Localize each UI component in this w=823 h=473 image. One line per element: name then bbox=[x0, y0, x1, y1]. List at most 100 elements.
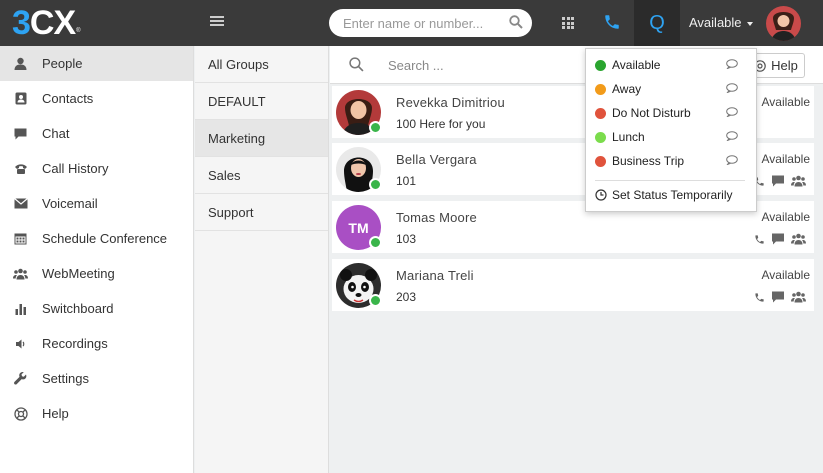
contact-actions bbox=[754, 291, 806, 303]
speech-bubble-icon[interactable] bbox=[726, 59, 738, 69]
logo-registered-mark: ® bbox=[76, 28, 81, 34]
status-selector[interactable]: Available bbox=[689, 15, 753, 30]
chat-icon bbox=[13, 126, 28, 141]
contact-extension: 101 bbox=[396, 174, 417, 188]
contact-status: Available bbox=[761, 152, 810, 166]
sidebar-item-voicemail[interactable]: Voicemail bbox=[0, 186, 193, 221]
status-dot bbox=[595, 131, 606, 143]
set-status-temporarily-label: Set Status Temporarily bbox=[612, 188, 733, 202]
group-item-support[interactable]: Support bbox=[195, 194, 328, 231]
sidebar-item-switchboard[interactable]: Switchboard bbox=[0, 291, 193, 326]
group-item-marketing[interactable]: Marketing bbox=[195, 120, 328, 157]
dropdown-divider bbox=[595, 180, 745, 181]
contact-extension: 103 bbox=[396, 232, 417, 246]
sidebar-item-call-history[interactable]: Call History bbox=[0, 151, 193, 186]
sidebar-item-label: WebMeeting bbox=[42, 266, 115, 281]
logo-3cx[interactable]: 3CX ® bbox=[12, 3, 81, 42]
sidebar-item-webmeeting[interactable]: WebMeeting bbox=[0, 256, 193, 291]
status-selector-label: Available bbox=[689, 15, 742, 30]
online-status-dot bbox=[369, 178, 382, 191]
set-status-temporarily[interactable]: Set Status Temporarily bbox=[595, 188, 733, 202]
envelope-icon bbox=[13, 196, 28, 211]
group-icon[interactable] bbox=[791, 233, 806, 245]
status-option-away[interactable]: Away bbox=[586, 77, 756, 101]
sidebar-item-label: Schedule Conference bbox=[42, 231, 168, 246]
bar-chart-icon bbox=[13, 301, 28, 316]
status-dot bbox=[595, 59, 606, 71]
sidebar-item-help[interactable]: Help bbox=[0, 396, 193, 431]
contact-actions bbox=[754, 233, 806, 245]
speech-bubble-icon[interactable] bbox=[726, 107, 738, 117]
sidebar-item-label: Recordings bbox=[42, 336, 108, 351]
group-item-all-groups[interactable]: All Groups bbox=[195, 46, 328, 83]
status-option-do-not-disturb[interactable]: Do Not Disturb bbox=[586, 101, 756, 125]
chat-icon[interactable] bbox=[771, 291, 785, 303]
sidebar-item-label: Voicemail bbox=[42, 196, 98, 211]
search-icon[interactable] bbox=[509, 15, 523, 29]
groups-panel: All Groups DEFAULT Marketing Sales Suppo… bbox=[195, 46, 329, 473]
group-item-default[interactable]: DEFAULT bbox=[195, 83, 328, 120]
caret-down-icon bbox=[746, 21, 753, 26]
call-icon[interactable] bbox=[754, 292, 765, 303]
status-option-label: Available bbox=[612, 58, 661, 72]
phone-history-icon bbox=[13, 161, 28, 176]
clock-icon bbox=[595, 189, 607, 201]
speech-bubble-icon[interactable] bbox=[726, 83, 738, 93]
sidebar-item-label: Call History bbox=[42, 161, 109, 176]
status-dot bbox=[595, 83, 606, 95]
status-option-lunch[interactable]: Lunch bbox=[586, 125, 756, 149]
speech-bubble-icon[interactable] bbox=[726, 155, 738, 165]
call-icon[interactable] bbox=[754, 234, 765, 245]
speaker-icon bbox=[13, 336, 28, 351]
group-icon[interactable] bbox=[791, 291, 806, 303]
contact-name: Bella Vergara bbox=[396, 152, 477, 167]
q-button[interactable]: Q bbox=[634, 0, 680, 46]
global-search-input[interactable] bbox=[329, 9, 499, 37]
sidebar-item-schedule-conference[interactable]: Schedule Conference bbox=[0, 221, 193, 256]
contact-extension: 100 Here for you bbox=[396, 117, 486, 131]
wrench-icon bbox=[13, 371, 28, 386]
sidebar-item-settings[interactable]: Settings bbox=[0, 361, 193, 396]
online-status-dot bbox=[369, 294, 382, 307]
sidebar-item-label: Contacts bbox=[42, 91, 94, 106]
contact-row[interactable]: Mariana Treli 203 Available bbox=[332, 259, 814, 311]
status-option-label: Away bbox=[612, 82, 642, 96]
contact-extension: 203 bbox=[396, 290, 417, 304]
online-status-dot bbox=[369, 236, 382, 249]
sidebar-item-chat[interactable]: Chat bbox=[0, 116, 193, 151]
sidebar-item-label: People bbox=[42, 56, 83, 71]
calendar-icon bbox=[13, 231, 28, 246]
status-option-business-trip[interactable]: Business Trip bbox=[586, 149, 756, 173]
sidebar-item-contacts[interactable]: Contacts bbox=[0, 81, 193, 116]
chat-icon[interactable] bbox=[771, 175, 785, 187]
sidebar-item-label: Settings bbox=[42, 371, 89, 386]
people-search-input[interactable] bbox=[388, 54, 588, 76]
status-option-label: Business Trip bbox=[612, 154, 685, 168]
user-avatar[interactable] bbox=[766, 6, 801, 41]
apps-grid-icon[interactable] bbox=[562, 17, 574, 29]
group-item-sales[interactable]: Sales bbox=[195, 157, 328, 194]
sidebar-item-people[interactable]: People bbox=[0, 46, 193, 81]
logo-text: 3CX bbox=[12, 3, 76, 42]
phone-icon[interactable] bbox=[603, 13, 621, 31]
contact-card-icon bbox=[13, 91, 28, 106]
status-option-available[interactable]: Available bbox=[586, 53, 756, 77]
group-icon bbox=[13, 266, 28, 281]
status-dropdown: Available Away Do Not Disturb Lunch Busi… bbox=[585, 48, 757, 212]
group-icon[interactable] bbox=[791, 175, 806, 187]
speech-bubble-icon[interactable] bbox=[726, 131, 738, 141]
search-icon bbox=[349, 57, 364, 72]
contact-name: Tomas Moore bbox=[396, 210, 477, 225]
online-status-dot bbox=[369, 121, 382, 134]
sidebar-item-label: Switchboard bbox=[42, 301, 114, 316]
contact-status: Available bbox=[761, 268, 810, 282]
sidebar-item-label: Chat bbox=[42, 126, 70, 141]
contact-name: Revekka Dimitriou bbox=[396, 95, 505, 110]
chat-icon[interactable] bbox=[771, 233, 785, 245]
sidebar: People Contacts Chat Call History Voicem… bbox=[0, 46, 194, 473]
lifebuoy-icon bbox=[13, 406, 28, 421]
sidebar-item-recordings[interactable]: Recordings bbox=[0, 326, 193, 361]
status-option-label: Lunch bbox=[612, 130, 645, 144]
global-search bbox=[329, 9, 532, 37]
menu-toggle-icon[interactable] bbox=[210, 16, 224, 28]
